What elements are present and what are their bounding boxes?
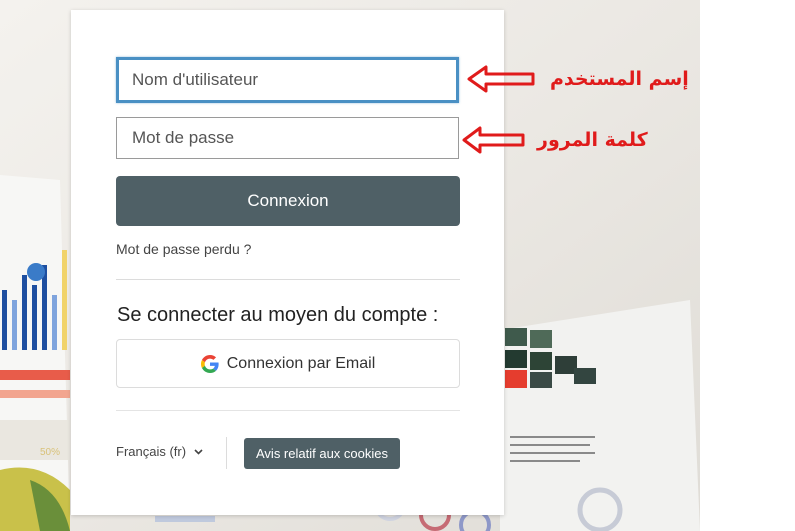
username-input[interactable] [119,60,456,100]
password-input[interactable] [117,118,458,158]
login-card: Connexion Mot de passe perdu ? Se connec… [71,10,504,515]
email-login-label: Connexion par Email [226,354,376,372]
password-annotation-label: كلمة المرور [537,129,648,151]
email-login-button[interactable]: Connexion par Email [116,339,460,388]
password-annotation: كلمة المرور [461,125,648,155]
divider [116,279,460,280]
bg-label: 50% [40,447,60,458]
divider [226,437,227,469]
google-g-icon [200,354,219,373]
login-button[interactable]: Connexion [116,176,460,226]
arrow-left-icon [462,126,525,154]
chevron-down-icon [194,448,203,455]
divider [116,410,460,411]
username-annotation: إسم المستخدم [466,64,689,94]
password-field[interactable] [116,117,459,159]
username-field[interactable] [116,57,459,103]
language-selector[interactable]: Français (fr) [116,444,203,459]
forgot-password-link[interactable]: Mot de passe perdu ? [116,241,251,257]
arrow-left-icon [467,65,535,93]
username-annotation-label: إسم المستخدم [550,68,689,90]
cookies-notice-button[interactable]: Avis relatif aux cookies [244,438,400,469]
language-label: Français (fr) [116,444,187,459]
oauth-heading: Se connecter au moyen du compte : [117,304,439,326]
